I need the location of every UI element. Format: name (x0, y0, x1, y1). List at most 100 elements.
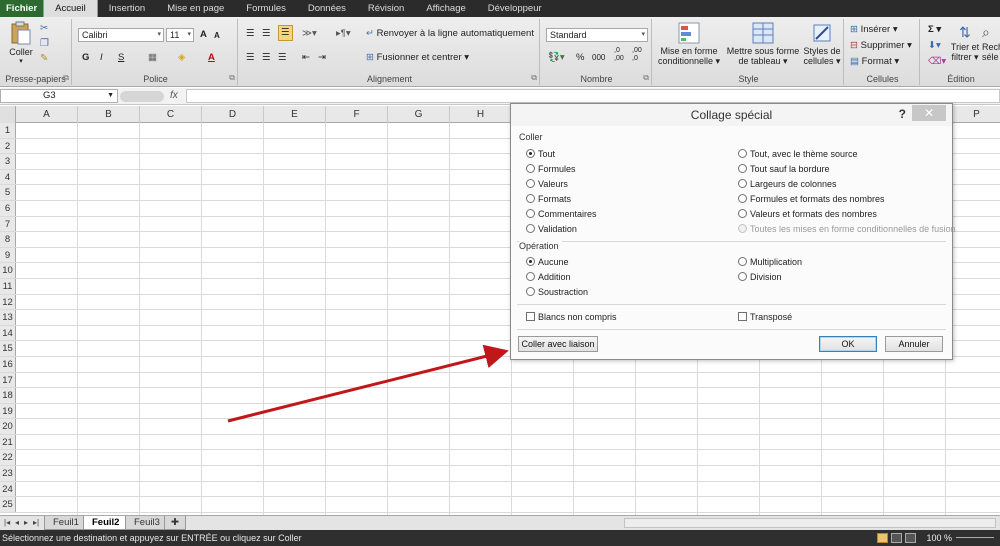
tab-developpeur[interactable]: Développeur (477, 0, 553, 17)
paste-option[interactable]: Valeurs (526, 179, 568, 190)
align-right-icon[interactable]: ☰ (278, 51, 287, 65)
column-header-d[interactable]: D (202, 106, 264, 123)
thousands-button[interactable]: 000 (592, 51, 605, 65)
row-header[interactable]: 7 (0, 216, 16, 232)
operation-option[interactable]: Addition (526, 272, 571, 283)
paste-link-button[interactable]: Coller avec liaison (518, 336, 598, 352)
normal-view-icon[interactable] (877, 533, 888, 543)
insert-button[interactable]: ⊞ Insérer ▾ (850, 23, 898, 37)
paste-option[interactable]: Valeurs et formats des nombres (738, 209, 877, 220)
zoom-slider[interactable] (956, 537, 994, 538)
bold-button[interactable]: G (82, 51, 89, 65)
row-header[interactable]: 15 (0, 341, 16, 356)
decrease-decimal-button[interactable]: ,00 ,0 (632, 47, 646, 63)
paste-button[interactable]: Coller ▾ (6, 21, 36, 67)
format-button[interactable]: ▤ Format ▾ (850, 55, 899, 69)
tab-donnees[interactable]: Données (297, 0, 357, 17)
italic-button[interactable]: I (100, 51, 103, 65)
transpose-checkbox[interactable]: Transposé (738, 312, 792, 323)
borders-icon[interactable]: ▦ (148, 51, 157, 65)
row-header[interactable]: 22 (0, 450, 16, 466)
row-header[interactable]: 13 (0, 310, 16, 325)
last-sheet-icon[interactable]: ▸| (33, 516, 39, 530)
row-header[interactable]: 17 (0, 372, 16, 388)
align-left-icon[interactable]: ☰ (246, 51, 255, 65)
row-header[interactable]: 25 (0, 497, 16, 512)
column-header-p[interactable]: P (946, 106, 1000, 123)
currency-icon[interactable]: 💱▾ (548, 51, 565, 65)
increase-decimal-button[interactable]: ,0 ,00 (614, 47, 628, 63)
row-header[interactable]: 10 (0, 263, 16, 278)
help-icon[interactable]: ? (899, 107, 906, 121)
operation-option[interactable]: Aucune (526, 257, 569, 268)
row-header[interactable]: 9 (0, 247, 16, 263)
dialog-launcher-icon[interactable]: ⧉ (229, 73, 235, 83)
grid-row[interactable]: 17 (0, 372, 1000, 389)
ok-button[interactable]: OK (819, 336, 877, 352)
dialog-launcher-icon[interactable]: ⧉ (63, 73, 69, 83)
sort-filter-button[interactable]: ⇅ Trier et filtrer ▾ (950, 22, 980, 62)
paste-option[interactable]: Commentaires (526, 209, 597, 220)
page-break-view-icon[interactable] (905, 533, 916, 543)
prev-sheet-icon[interactable]: ◂ (15, 516, 19, 530)
dialog-launcher-icon[interactable]: ⧉ (643, 73, 649, 83)
row-header[interactable]: 1 (0, 123, 16, 138)
operation-option[interactable]: Multiplication (738, 257, 802, 268)
font-color-icon[interactable]: A (208, 51, 215, 65)
copy-icon[interactable]: ❐ (40, 38, 49, 49)
paste-option[interactable]: Formules et formats des nombres (738, 194, 885, 205)
formula-bar-handle[interactable] (120, 91, 164, 102)
row-header[interactable]: 24 (0, 481, 16, 497)
sheet-tab-feuil2[interactable]: Feuil2 (83, 516, 129, 530)
column-header-c[interactable]: C (140, 106, 202, 123)
row-header[interactable]: 18 (0, 388, 16, 403)
orientation-icon[interactable]: ≫▾ (302, 27, 317, 41)
underline-button[interactable]: S (118, 51, 124, 65)
paste-option[interactable]: Validation (526, 224, 577, 235)
autosum-icon[interactable]: Σ ▾ (928, 23, 941, 37)
tab-fichier[interactable]: Fichier (0, 0, 44, 17)
grow-font-button[interactable]: A (200, 28, 207, 42)
align-center-icon[interactable]: ☰ (262, 51, 271, 65)
column-header-e[interactable]: E (264, 106, 326, 123)
clear-icon[interactable]: ⌫▾ (928, 55, 946, 69)
column-header-b[interactable]: B (78, 106, 140, 123)
grid-row[interactable]: 20 (0, 419, 1000, 435)
grid-row[interactable]: 25 (0, 497, 1000, 513)
select-all-corner[interactable] (0, 106, 16, 123)
zoom-level[interactable]: 100 % (926, 530, 952, 546)
cancel-button[interactable]: Annuler (885, 336, 943, 352)
grid-row[interactable]: 18 (0, 388, 1000, 404)
grid-row[interactable]: 23 (0, 466, 1000, 482)
merge-center-button[interactable]: ⊞ Fusionner et centrer ▾ (366, 51, 469, 65)
format-as-table-button[interactable]: Mettre sous forme de tableau ▾ (724, 22, 802, 66)
row-header[interactable]: 19 (0, 403, 16, 419)
formula-input[interactable] (186, 89, 1000, 103)
column-header-g[interactable]: G (388, 106, 450, 123)
paste-option[interactable]: Tout (526, 149, 555, 160)
row-header[interactable]: 4 (0, 169, 16, 185)
row-header[interactable]: 23 (0, 466, 16, 481)
sheet-tab-feuil1[interactable]: Feuil1 (44, 516, 88, 530)
dialog-launcher-icon[interactable]: ⧉ (531, 73, 537, 83)
align-top-icon[interactable]: ☰ (246, 27, 255, 41)
row-header[interactable]: 8 (0, 232, 16, 247)
operation-option[interactable]: Division (738, 272, 782, 283)
fill-color-icon[interactable]: ◈ (178, 51, 185, 65)
row-header[interactable]: 16 (0, 356, 16, 372)
align-bottom-icon[interactable]: ☰ (278, 25, 293, 41)
delete-button[interactable]: ⊟ Supprimer ▾ (850, 39, 912, 53)
paste-option[interactable]: Tout sauf la bordure (738, 164, 830, 175)
tab-formules[interactable]: Formules (235, 0, 297, 17)
new-sheet-icon[interactable]: ✚ (164, 516, 186, 530)
rtl-icon[interactable]: ▸¶▾ (336, 27, 351, 41)
align-middle-icon[interactable]: ☰ (262, 27, 271, 41)
grid-row[interactable]: 24 (0, 481, 1000, 498)
percent-button[interactable]: % (576, 51, 584, 65)
tab-affichage[interactable]: Affichage (415, 0, 476, 17)
grid-row[interactable]: 21 (0, 434, 1000, 451)
sheet-tab-feuil3[interactable]: Feuil3 (125, 516, 169, 530)
grid-row[interactable]: 19 (0, 403, 1000, 420)
tab-mise-en-page[interactable]: Mise en page (156, 0, 235, 17)
first-sheet-icon[interactable]: |◂ (4, 516, 10, 530)
